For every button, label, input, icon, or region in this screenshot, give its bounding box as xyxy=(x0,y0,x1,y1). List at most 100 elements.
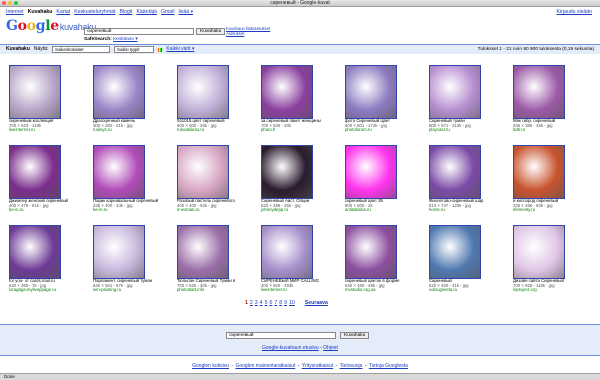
image-result[interactable]: Фиолетово-сиреневый шар 813 × 747 - 120k … xyxy=(426,142,510,222)
help-link[interactable]: Ohjeet xyxy=(323,345,338,351)
image-result[interactable]: Мак гибр. сиреневый 336 × 386 - 45k - jpg… xyxy=(510,62,594,142)
image-result[interactable]: Сиреневый 520 × 400 - 31k - jpg vokrugsvet… xyxy=(426,222,510,302)
result-thumbnail[interactable] xyxy=(93,65,145,119)
image-result[interactable]: сиреневый цветок в форме 640 × 480 - 48k … xyxy=(342,222,426,302)
image-result[interactable]: сиреневым коллекция 700 × 623 - 118k livei… xyxy=(6,62,90,142)
result-thumbnail[interactable] xyxy=(93,145,145,199)
minimize-window-icon[interactable] xyxy=(8,1,12,5)
result-site[interactable]: elementy.ru xyxy=(513,208,593,213)
result-site[interactable]: be-in.ru xyxy=(9,208,89,213)
result-thumbnail[interactable] xyxy=(9,225,61,279)
nav-internet[interactable]: Internet xyxy=(6,9,24,15)
page-10[interactable]: 10 xyxy=(289,300,295,306)
image-result[interactable]: СИРЕНЕВЫЙ МИР CALLING 400 × 500 - 293k liv… xyxy=(258,222,342,302)
page-5[interactable]: 5 xyxy=(265,300,268,306)
result-thumbnail[interactable] xyxy=(429,65,481,119)
page-8[interactable]: 8 xyxy=(279,300,282,306)
page-6[interactable]: 6 xyxy=(269,300,272,306)
result-site[interactable]: liveinternet.ru xyxy=(261,288,341,293)
image-result[interactable]: for you- от cards.mail.ru 640 × 350 - 7k … xyxy=(6,222,90,302)
result-site[interactable]: inproject.org xyxy=(513,288,593,293)
nav-more[interactable]: lisää ▾ xyxy=(178,9,193,15)
result-thumbnail[interactable] xyxy=(93,225,145,279)
google-logo[interactable]: Googlekuvahaku xyxy=(6,18,96,34)
result-site[interactable]: playcast.ru xyxy=(429,128,509,133)
search-input[interactable]: сиреневый xyxy=(84,28,194,35)
result-thumbnail[interactable] xyxy=(177,225,229,279)
image-result[interactable]: сиреневый цвет 35 800 × 600 - 2k antitabin… xyxy=(342,142,426,222)
result-site[interactable]: wm-painting.ru xyxy=(93,288,173,293)
page-2[interactable]: 2 xyxy=(250,300,253,306)
result-thumbnail[interactable] xyxy=(429,145,481,199)
result-thumbnail[interactable] xyxy=(261,145,313,199)
close-window-icon[interactable] xyxy=(2,1,6,5)
page-3[interactable]: 3 xyxy=(255,300,258,306)
safesearch-select[interactable]: Keskitaso ▾ xyxy=(113,37,138,42)
result-site[interactable]: vokrugsveta.ru xyxy=(429,288,509,293)
result-site[interactable]: rusloys.ru xyxy=(93,128,173,133)
footer-link[interactable]: Tietosuoja xyxy=(340,363,363,369)
page-4[interactable]: 4 xyxy=(260,300,263,306)
nav-kuvahaku[interactable]: Kuvahaku xyxy=(28,9,53,15)
page-9[interactable]: 9 xyxy=(284,300,287,306)
result-site[interactable]: liveinternet.ru xyxy=(9,128,89,133)
bottom-search-button[interactable]: Kuvahaku xyxy=(340,332,370,339)
result-thumbnail[interactable] xyxy=(9,65,61,119)
nav-keskusteluryhmat[interactable]: Keskusteluryhmät xyxy=(74,9,115,15)
nav-gmail[interactable]: Gmail xyxy=(161,9,175,15)
footer-link[interactable]: Googlen mainontaratkaisut xyxy=(235,363,295,369)
result-thumbnail[interactable] xyxy=(513,65,565,119)
sign-in-link[interactable]: Kirjaudu sisään xyxy=(557,9,592,15)
nav-kaantaja[interactable]: Kääntäjä xyxy=(136,9,156,15)
image-result[interactable]: Сиреневый Аист. Опции 533 × 498 - 26k - j… xyxy=(258,142,342,222)
result-site[interactable]: photoforum.ru xyxy=(345,128,425,133)
result-thumbnail[interactable] xyxy=(177,145,229,199)
image-result[interactable]: Розовый пастель сиреневого 400 × 400 - 52… xyxy=(174,142,258,222)
page-7[interactable]: 7 xyxy=(274,300,277,306)
image-result[interactable]: Дизайн сайта Сиреневый 700 × 926 - 118k -… xyxy=(510,222,594,302)
footer-link[interactable]: Tietoja Googlesta xyxy=(369,363,408,369)
image-result[interactable]: 041015 цвет сиреневый 600 × 500 - 26k - j… xyxy=(174,62,258,142)
image-result[interactable]: Тюльпан Сиреневый Туман в 700 × 525 - 30k… xyxy=(174,222,258,302)
search-button[interactable]: Kuvahaku xyxy=(196,28,226,35)
result-thumbnail[interactable] xyxy=(429,225,481,279)
result-thumbnail[interactable] xyxy=(9,145,61,199)
result-site[interactable]: be-in.ru xyxy=(93,208,173,213)
size-select[interactable]: Kaikenkokoiset xyxy=(52,46,111,53)
image-result[interactable]: Парик карнавальный сиреневый 338 × 400 - … xyxy=(90,142,174,222)
result-thumbnail[interactable] xyxy=(261,65,313,119)
image-search-home-link[interactable]: Google-kuvahaun etusivu xyxy=(262,345,319,351)
result-site[interactable]: rukodelie4u.ru xyxy=(177,128,257,133)
settings-link[interactable]: Asetukset xyxy=(226,31,270,36)
bottom-search-input[interactable]: сиреневый xyxy=(226,332,336,339)
image-result[interactable]: Сиреневый туман 800 × 571 - 210k - jpg pla… xyxy=(426,62,510,142)
window-controls[interactable] xyxy=(2,1,18,5)
result-thumbnail[interactable] xyxy=(345,145,397,199)
footer-link[interactable]: Googlen kotisivu xyxy=(192,363,229,369)
result-thumbnail[interactable] xyxy=(177,65,229,119)
result-site[interactable]: mvstudio.org.ua xyxy=(345,288,425,293)
result-site[interactable]: photo.fr xyxy=(261,128,341,133)
type-select[interactable]: Kaikki tyypit xyxy=(114,46,155,53)
result-site[interactable]: antitabinka.ru xyxy=(345,208,425,213)
zoom-window-icon[interactable] xyxy=(14,1,18,5)
nav-blogit[interactable]: Blogit xyxy=(119,9,132,15)
image-result[interactable]: и кислород сиреневый 336 × 486 - 60k - jp… xyxy=(510,142,594,222)
result-thumbnail[interactable] xyxy=(513,225,565,279)
result-site[interactable]: loragaga.myliveppage.ru xyxy=(9,288,89,293)
result-site[interactable]: bdtr.ru xyxy=(513,128,593,133)
image-result[interactable]: за сиреневый пакет женщины 700 × 525 - 20… xyxy=(258,62,342,142)
image-result[interactable]: Парламент. сиреневый туман 640 × 561 - 57… xyxy=(90,222,174,302)
color-filter-link[interactable]: Kaikki värit ▾ xyxy=(166,45,194,54)
result-site[interactable]: photostart.info xyxy=(177,288,257,293)
image-result[interactable]: Драгоценный камень 300 × 282 - 21k - jpg r… xyxy=(90,62,174,142)
image-result[interactable]: Джемпер женский сиреневый 400 × 478 - 81k… xyxy=(6,142,90,222)
result-site[interactable]: it-woman.ru xyxy=(177,208,257,213)
result-site[interactable]: horse.ru xyxy=(429,208,509,213)
result-thumbnail[interactable] xyxy=(513,145,565,199)
image-result[interactable]: фото Сиреневый Цвет 600 × 601 - 174k - jp… xyxy=(342,62,426,142)
nav-kartat[interactable]: Kartat xyxy=(56,9,70,15)
result-thumbnail[interactable] xyxy=(261,225,313,279)
footer-link[interactable]: Yritysratkaisut xyxy=(302,363,333,369)
result-thumbnail[interactable] xyxy=(345,65,397,119)
